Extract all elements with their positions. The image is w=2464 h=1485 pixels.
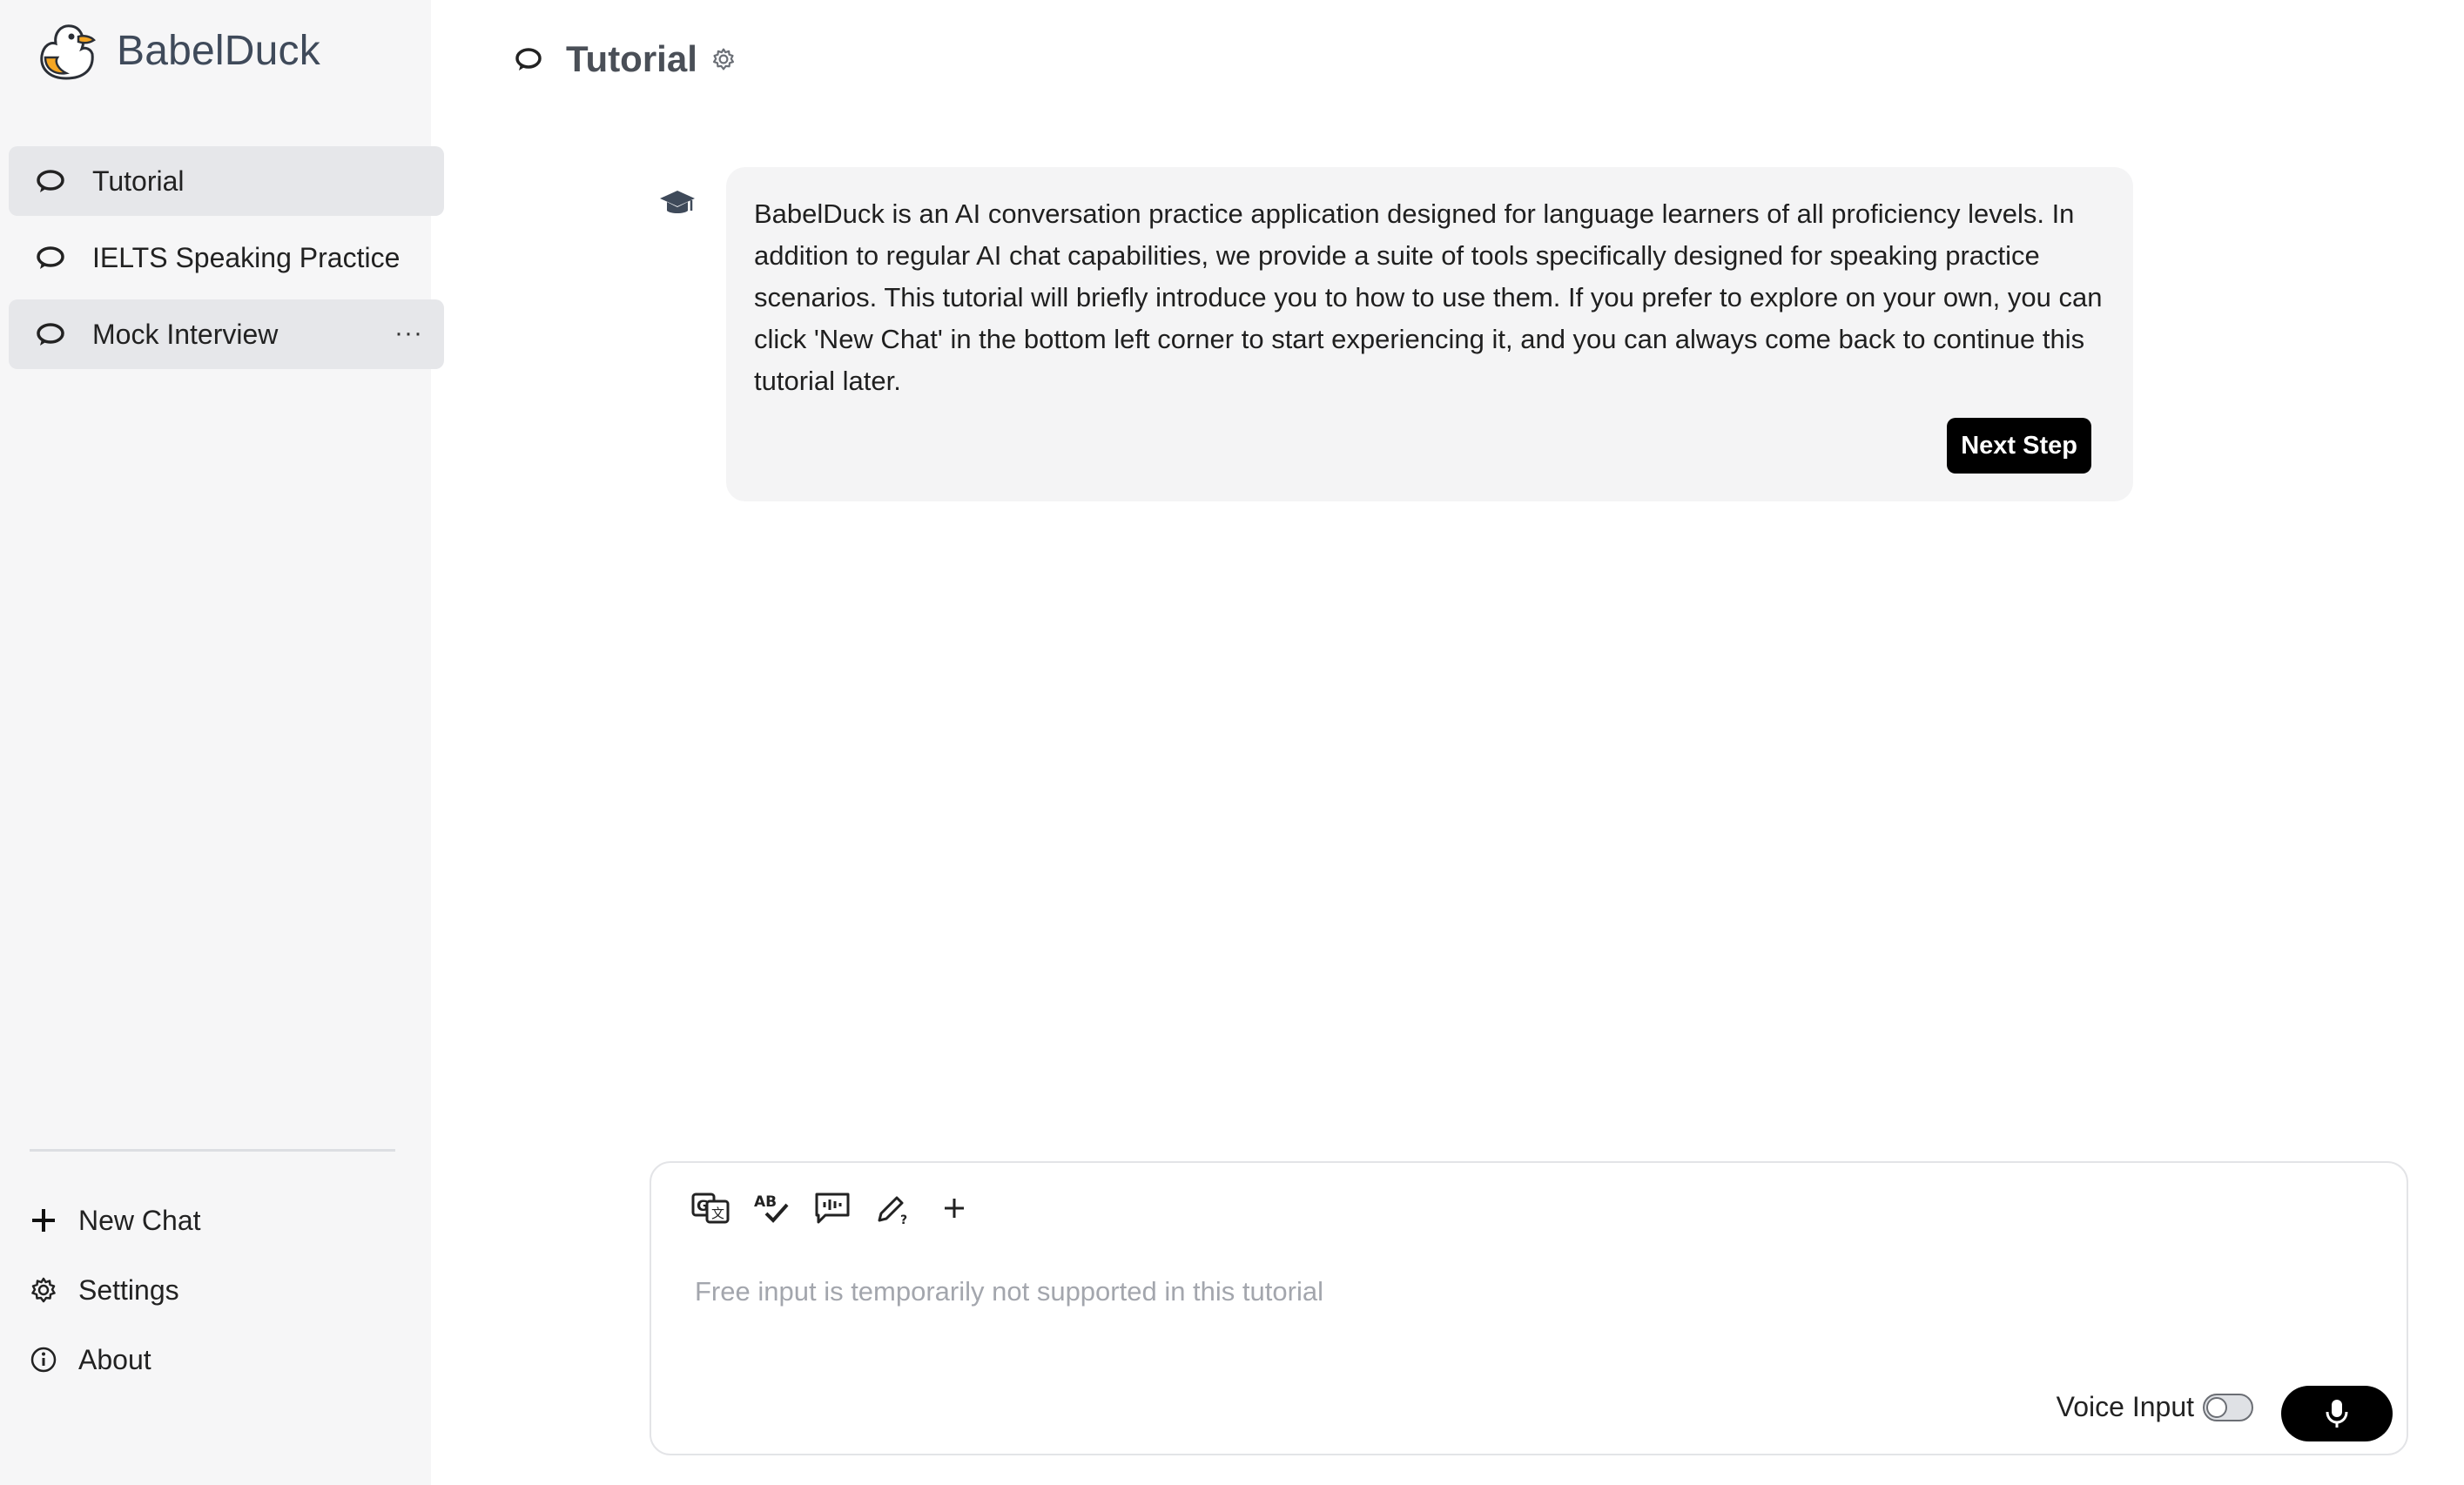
gear-icon	[28, 1274, 59, 1306]
next-step-button[interactable]: Next Step	[1947, 418, 2091, 474]
voice-input-label: Voice Input	[2056, 1391, 2194, 1422]
rewrite-icon[interactable]: ?	[872, 1187, 914, 1229]
plus-icon	[28, 1205, 59, 1236]
bottom-nav: New Chat Settings About	[28, 1193, 411, 1401]
sidebar-divider	[30, 1149, 395, 1152]
duck-logo-icon	[40, 24, 96, 80]
new-chat-button[interactable]: New Chat	[28, 1193, 411, 1248]
chat-list: Tutorial IELTS Speaking Practice Mock In…	[9, 146, 444, 376]
record-button[interactable]	[2281, 1386, 2393, 1441]
voice-input-toggle[interactable]	[2203, 1393, 2253, 1421]
app-name: BabelDuck	[117, 27, 320, 74]
chat-item-tutorial[interactable]: Tutorial	[9, 146, 444, 216]
chat-item-label: Mock Interview	[92, 318, 279, 350]
settings-button[interactable]: Settings	[28, 1262, 411, 1318]
svg-text:文: 文	[711, 1206, 724, 1221]
new-chat-label: New Chat	[78, 1204, 201, 1236]
voice-feedback-icon[interactable]	[811, 1187, 853, 1229]
about-label: About	[78, 1343, 151, 1375]
chat-item-label: IELTS Speaking Practice	[92, 241, 401, 273]
sidebar: BabelDuck Tutorial IELTS Speaking Practi…	[0, 0, 444, 1485]
message-text: BabelDuck is an AI conversation practice…	[754, 198, 2103, 396]
more-options-icon[interactable]: ···	[394, 319, 423, 348]
grammar-check-icon[interactable]: AB	[751, 1187, 792, 1229]
app-root: BabelDuck Tutorial IELTS Speaking Practi…	[0, 0, 2464, 1485]
graduation-cap-icon	[660, 191, 695, 213]
voice-input-control: Voice Input	[2057, 1391, 2253, 1423]
svg-text:AB: AB	[754, 1193, 777, 1211]
chat-header: Tutorial	[514, 35, 736, 84]
brand: BabelDuck	[33, 19, 320, 82]
chat-item-mock-interview[interactable]: Mock Interview ···	[9, 299, 444, 369]
composer-toolbar: G文 AB ?	[690, 1187, 994, 1229]
chat-bubble-icon	[37, 323, 64, 346]
chat-bubble-icon	[37, 170, 64, 192]
svg-text:?: ?	[900, 1213, 907, 1226]
toggle-knob	[2206, 1396, 2227, 1418]
page-title: Tutorial	[566, 38, 697, 79]
settings-label: Settings	[78, 1273, 179, 1306]
chat-bubble-icon	[37, 246, 64, 269]
chat-bubble-icon	[515, 48, 542, 71]
message-composer: G文 AB ? Free input is temporarily not su…	[650, 1161, 2408, 1455]
chat-item-ielts[interactable]: IELTS Speaking Practice	[9, 223, 444, 292]
microphone-icon	[2326, 1400, 2348, 1428]
chat-item-label: Tutorial	[92, 165, 185, 197]
info-icon	[28, 1344, 59, 1375]
add-tool-icon[interactable]	[933, 1187, 975, 1229]
about-button[interactable]: About	[28, 1332, 411, 1388]
tutorial-message: BabelDuck is an AI conversation practice…	[726, 167, 2133, 501]
chat-settings-gear-icon[interactable]	[711, 47, 736, 71]
input-placeholder[interactable]: Free input is temporarily not supported …	[695, 1276, 1323, 1307]
translate-icon[interactable]: G文	[690, 1187, 731, 1229]
